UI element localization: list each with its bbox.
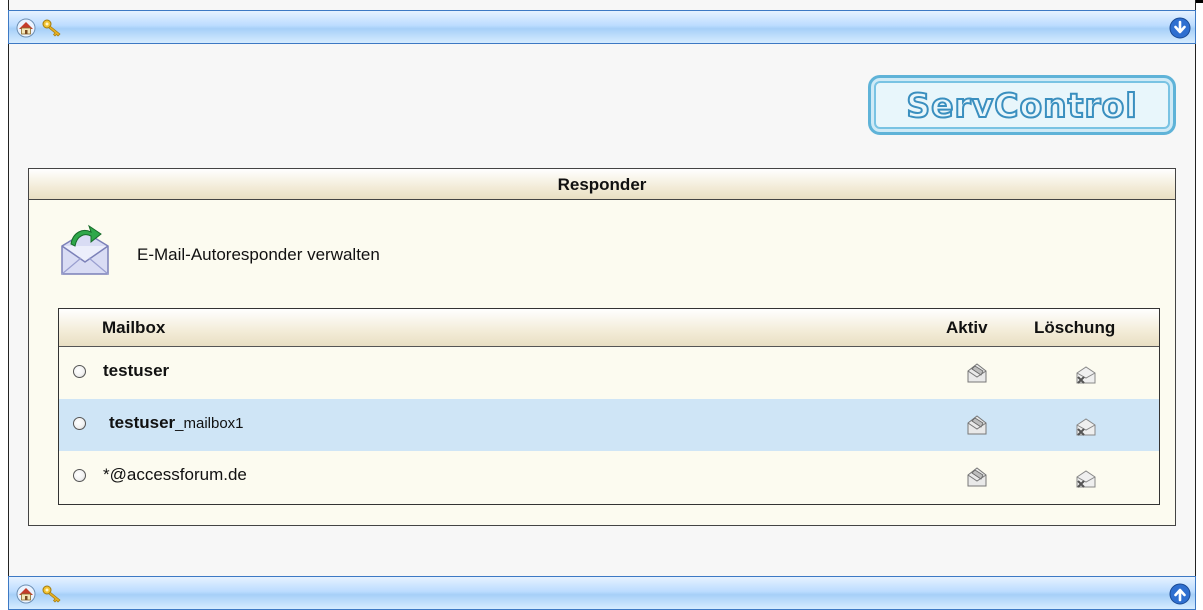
mailbox-name: testuser_mailbox1 [109,413,244,432]
responder-panel: Responder E-Mail-Autoresponder verwalten… [28,168,1176,526]
active-envelope-icon[interactable] [965,413,989,437]
scroll-up-icon[interactable] [1169,583,1191,605]
mailbox-name: testuser [103,361,170,380]
table-row: testuser_mailbox1 [59,399,1159,451]
home-icon[interactable] [15,18,37,38]
column-header-mailbox: Mailbox [102,318,166,337]
keys-icon[interactable] [41,18,63,38]
panel-description: E-Mail-Autoresponder verwalten [137,245,380,264]
column-header-delete: Löschung [1034,318,1116,337]
delete-envelope-icon[interactable] [1073,467,1099,491]
mailbox-radio[interactable] [73,365,86,378]
servcontrol-logo: ServControl [868,75,1176,135]
active-envelope-icon[interactable] [965,361,989,385]
mailbox-radio[interactable] [73,417,86,430]
keys-icon[interactable] [41,584,63,604]
mailbox-name: *@accessforum.de [103,465,247,484]
table-header: Mailbox Aktiv Löschung [59,309,1159,347]
scroll-down-icon[interactable] [1169,17,1191,39]
mailbox-table: Mailbox Aktiv Löschung testuser testuser… [58,308,1160,505]
column-header-active: Aktiv [946,318,988,337]
table-row: testuser [59,347,1159,399]
logo-text: ServControl [905,85,1138,126]
table-row: *@accessforum.de [59,451,1159,503]
autoresponder-envelope-icon [61,224,109,275]
active-envelope-icon[interactable] [965,465,989,489]
delete-envelope-icon[interactable] [1073,415,1099,439]
top-toolbar [8,10,1196,44]
delete-envelope-icon[interactable] [1073,363,1099,387]
mailbox-radio[interactable] [73,469,86,482]
bottom-toolbar [8,576,1196,610]
panel-title: Responder [29,169,1175,200]
home-icon[interactable] [15,584,37,604]
